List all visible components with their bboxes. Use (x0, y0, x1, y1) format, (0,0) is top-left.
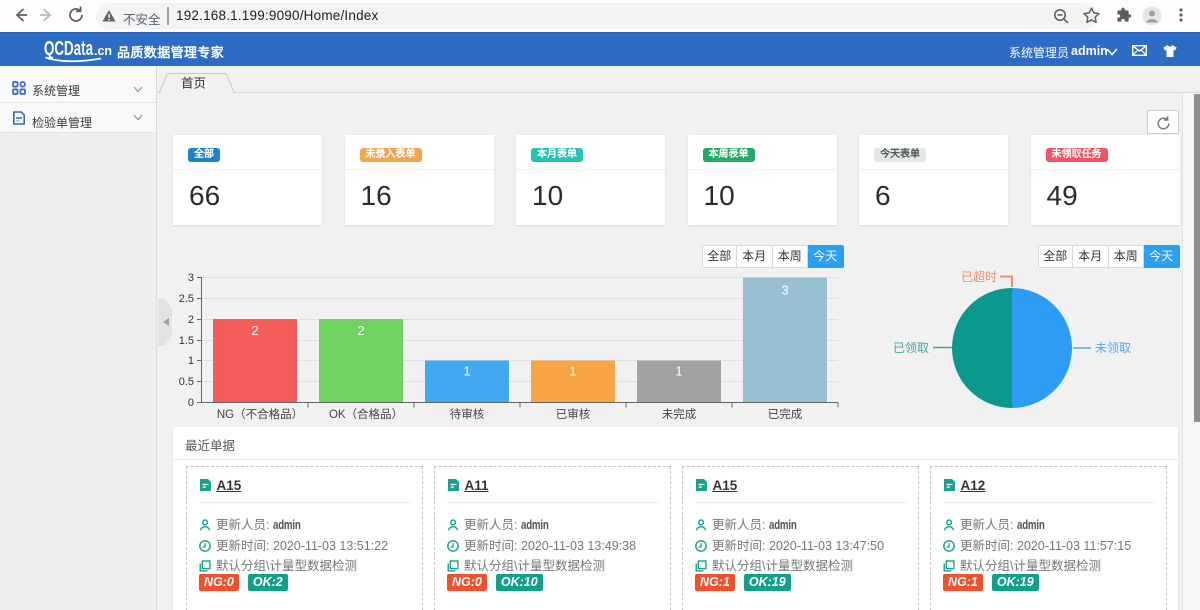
svg-text:已审核: 已审核 (556, 407, 591, 421)
svg-text:未完成: 未完成 (662, 407, 697, 421)
svg-text:0.5: 0.5 (179, 376, 194, 388)
svg-text:2: 2 (251, 323, 258, 338)
svg-text:0: 0 (188, 397, 194, 409)
svg-text:1: 1 (675, 364, 682, 379)
svg-text:1.5: 1.5 (179, 335, 194, 347)
svg-text:1: 1 (569, 364, 576, 379)
svg-text:2: 2 (357, 323, 364, 338)
svg-text:已超时: 已超时 (961, 269, 997, 284)
svg-text:OK（合格品）: OK（合格品） (329, 407, 403, 421)
svg-text:首页: 首页 (181, 77, 206, 91)
svg-text:2: 2 (188, 314, 194, 326)
svg-text:2.5: 2.5 (179, 293, 194, 305)
svg-text:已完成: 已完成 (768, 407, 803, 421)
svg-text:已领取: 已领取 (893, 341, 929, 355)
svg-text:3: 3 (188, 272, 194, 284)
svg-text:1: 1 (463, 364, 470, 379)
svg-text:1: 1 (188, 355, 194, 367)
svg-text:NG（不合格品）: NG（不合格品） (217, 407, 303, 421)
svg-text:.cn: .cn (94, 44, 112, 58)
svg-text:QCData: QCData (44, 38, 94, 60)
svg-text:待审核: 待审核 (450, 407, 485, 421)
svg-text:3: 3 (781, 283, 788, 298)
svg-text:未领取: 未领取 (1095, 341, 1131, 355)
